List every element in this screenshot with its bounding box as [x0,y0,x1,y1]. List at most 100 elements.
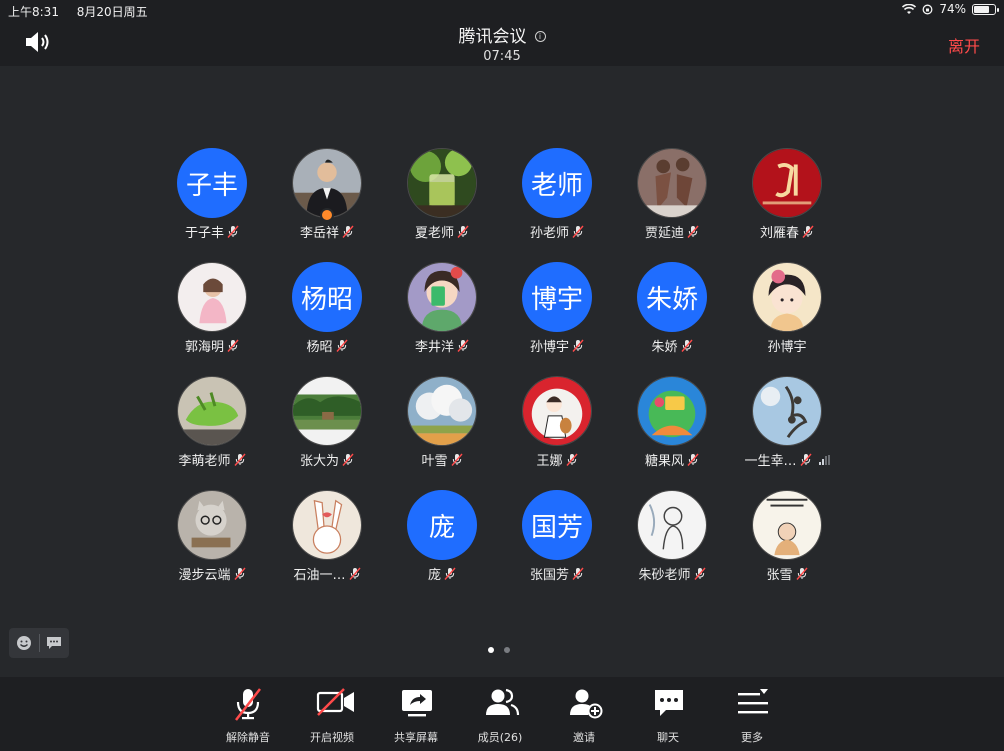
participant-tile[interactable]: 庞庞 [387,490,497,590]
participant-tile[interactable]: 朱砂老师 [617,490,727,590]
mic-muted-icon [450,453,463,466]
mic-muted-icon [572,225,584,238]
participant-tile[interactable]: 杨昭 杨昭 [272,262,382,362]
mic-muted-icon [693,567,706,580]
participant-tile[interactable]: 博宇孙博宇 [502,262,612,362]
participant-tile[interactable]: 糖果风 [617,376,727,476]
participant-tile[interactable]: 贾延迪 [617,148,727,248]
wifi-icon [902,3,917,14]
participant-name-row: 郭海明 [157,336,267,355]
participant-tile[interactable]: 夏老师 [387,148,497,248]
meeting-title[interactable]: 腾讯会议 [459,22,527,47]
participant-tile[interactable]: 李井洋 [387,262,497,362]
avatar-image [752,376,822,446]
participant-name-row: 孙老师 [502,222,612,241]
participant-tile[interactable]: 李岳祥 [272,148,382,248]
participant-tile[interactable]: 叶雪 [387,376,497,476]
start-video-button[interactable]: 开启视频 [292,677,372,751]
avatar-initials: 朱娇 [637,262,707,332]
invite-label: 邀请 [573,731,595,744]
mic-off-icon [235,688,261,721]
participant-name-row: 孙博宇 [502,336,612,355]
share-screen-label: 共享屏幕 [394,731,438,744]
participant-tile[interactable]: 张雪 [732,490,842,590]
participant-tile[interactable]: 郭海明 [157,262,267,362]
emoji-button[interactable] [9,628,39,658]
page-dot-2[interactable] [504,647,510,653]
share-screen-icon [402,690,432,717]
participant-tile[interactable]: 漫步云端 [157,490,267,590]
participant-tile[interactable]: 王娜 [502,376,612,476]
mic-muted-icon [342,453,354,466]
participant-name-row: 糖果风 [617,450,727,469]
mic-muted-icon [233,453,246,466]
participant-name: 孙老师 [529,226,569,241]
unmute-button[interactable]: 解除静音 [208,677,288,751]
avatar-image [407,148,477,218]
more-label: 更多 [741,731,763,744]
avatar-image [522,376,592,446]
invite-button[interactable]: 邀请 [544,677,624,751]
participant-name-row: 于子丰 [157,222,267,241]
info-icon[interactable]: i [534,31,546,42]
avatar-initials: 杨昭 [292,262,362,332]
page-indicator [488,647,510,653]
meeting-header: 腾讯会议 i 07:45 离开 [0,20,1004,66]
participant-name: 贾延迪 [644,226,684,241]
avatar-image [407,262,477,332]
participant-name-row: 漫步云端 [157,564,267,583]
participant-name-row: 朱娇 [617,336,727,355]
participant-tile[interactable]: 石油一… [272,490,382,590]
invite-icon [570,689,603,719]
participant-name-row: 李萌老师 [157,450,267,469]
mic-muted-icon [457,339,469,352]
chat-button[interactable]: 聊天 [628,677,708,751]
avatar-image [177,262,247,332]
participant-tile[interactable]: 一生幸… [732,376,842,476]
page-dot-1[interactable] [488,647,494,653]
participant-name: 夏老师 [414,226,454,241]
mic-muted-icon [233,567,246,580]
participant-tile[interactable]: 张大为 [272,376,382,476]
participant-name: 朱砂老师 [638,568,691,583]
mic-muted-icon [565,453,578,466]
members-button[interactable]: 成员(26) [460,677,540,751]
participant-tile[interactable]: 国芳 张国芳 [502,490,612,590]
participant-name-row: 贾延迪 [617,222,727,241]
participant-tile[interactable]: 李萌老师 [157,376,267,476]
message-icon [47,637,62,649]
chat-icon [655,690,683,716]
share-screen-button[interactable]: 共享屏幕 [376,677,456,751]
participant-tile[interactable]: 孙博宇 [732,262,842,362]
participant-tile[interactable]: 老师 孙老师 [502,148,612,248]
bottom-toolbar: 解除静音 开启视频 共享屏幕 成员(26) 邀请 聊天 更多 [0,677,1004,751]
mic-muted-icon [802,225,814,238]
participant-name: 郭海明 [184,340,224,355]
host-badge-icon [320,208,334,222]
more-icon [738,689,768,714]
video-off-icon [316,688,354,716]
more-button[interactable]: 更多 [712,677,792,751]
participant-tile[interactable]: 朱娇 朱娇 [617,262,727,362]
participant-name-row: 杨昭 [272,336,382,355]
avatar-initials: 子丰 [177,148,247,218]
avatar-image [407,376,477,446]
leave-button[interactable]: 离开 [948,33,980,57]
participant-name: 糖果风 [644,454,684,469]
participant-name: 孙博宇 [529,340,569,355]
danmaku-button[interactable] [40,628,70,658]
participant-tile[interactable]: 子丰 于子丰 [157,148,267,248]
avatar-image [752,262,822,332]
chat-label: 聊天 [657,731,679,744]
participant-name: 张雪 [766,568,793,583]
start-video-label: 开启视频 [310,731,354,744]
mic-muted-icon [227,339,239,352]
participant-name-row: 朱砂老师 [617,564,727,583]
avatar-image [752,490,822,560]
avatar-initials: 博宇 [522,262,592,332]
participant-tile[interactable]: 刘雁春 [732,148,842,248]
participant-name: 孙博宇 [767,340,807,355]
mic-muted-icon [342,225,354,238]
status-bar: 上午8:31 8月20日周五 74% [0,0,1004,20]
participant-name: 杨昭 [306,340,333,355]
